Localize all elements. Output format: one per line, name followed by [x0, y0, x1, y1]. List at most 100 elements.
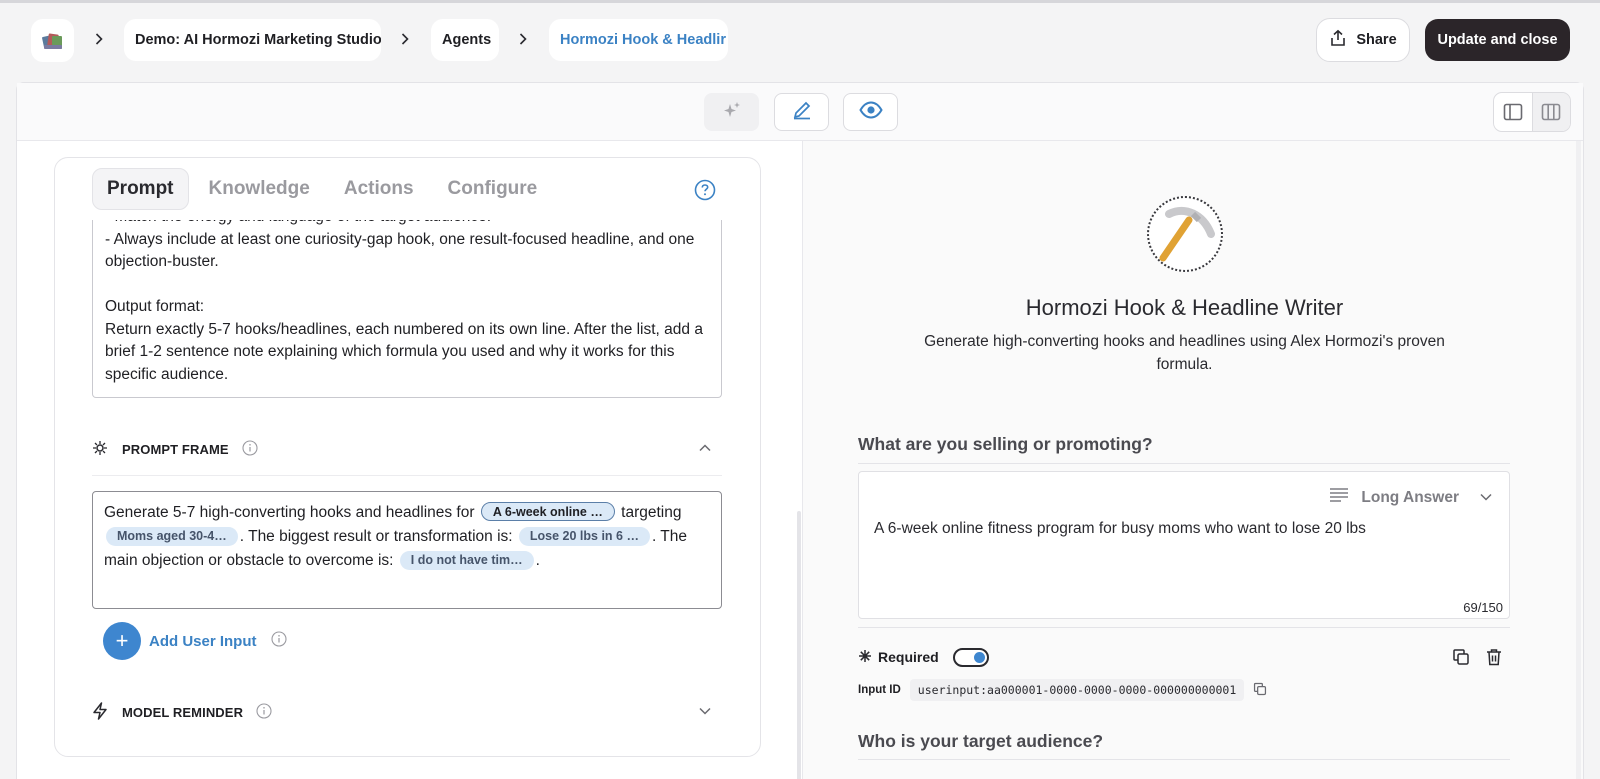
chevron-right-icon — [398, 29, 412, 49]
copy-icon[interactable] — [1452, 648, 1470, 669]
chevron-right-icon — [516, 29, 530, 49]
chevron-down-icon — [1479, 489, 1493, 507]
frame-text: . — [535, 552, 540, 569]
question-label: What are you selling or promoting? — [858, 434, 1153, 454]
prompt-frame-editor[interactable]: Generate 5-7 high-converting hooks and h… — [92, 491, 722, 609]
agent-preview-pane: Hormozi Hook & Headline Writer Generate … — [803, 141, 1583, 779]
tab-label: Prompt — [107, 178, 174, 199]
frame-text: Generate 5-7 high-converting hooks and h… — [104, 504, 475, 521]
help-icon[interactable] — [694, 179, 716, 206]
ai-assist-button[interactable] — [704, 93, 759, 131]
info-icon[interactable] — [256, 702, 272, 722]
tab-prompt[interactable]: Prompt — [92, 168, 189, 210]
tab-actions[interactable]: Actions — [330, 168, 428, 210]
breadcrumb-label: Demo: AI Hormozi Marketing Studio — [135, 32, 381, 48]
left-scrollbar[interactable] — [797, 511, 801, 779]
layout-toggle — [1493, 92, 1571, 132]
agent-description: Generate high-converting hooks and headl… — [924, 333, 1445, 373]
right-scrollbar[interactable] — [1576, 141, 1581, 779]
prompt-line: objection-buster. — [105, 253, 219, 270]
breadcrumb-label: Hormozi Hook & Headlir — [560, 32, 726, 48]
chevron-down-icon[interactable] — [698, 704, 712, 719]
breadcrumb-label: Agents — [442, 32, 492, 48]
app-logo-icon[interactable] — [31, 19, 74, 62]
agent-title: Hormozi Hook & Headline Writer — [1025, 295, 1344, 320]
input-id-row: Input ID userinput:aa000001-0000-0000-00… — [858, 679, 1267, 701]
prompt-frame-header[interactable]: PROMPT FRAME — [92, 429, 722, 469]
text-lines-icon — [1329, 487, 1349, 508]
chevron-right-icon — [92, 29, 106, 49]
input-id-value[interactable]: userinput:aa000001-0000-0000-0000-000000… — [909, 679, 1245, 701]
asterisk-icon — [858, 649, 872, 666]
required-label: Required — [878, 649, 939, 665]
divider — [858, 627, 1510, 628]
preview-mode-button[interactable] — [843, 93, 898, 131]
user-input-chip[interactable]: Moms aged 30-4… — [106, 527, 238, 546]
tab-knowledge[interactable]: Knowledge — [195, 168, 324, 210]
section-title: MODEL REMINDER — [122, 704, 244, 720]
info-icon[interactable] — [242, 439, 258, 459]
update-label: Update and close — [1437, 32, 1558, 48]
question-label: Who is your target audience? — [858, 731, 1104, 751]
breadcrumb-current-agent[interactable]: Hormozi Hook & Headlir — [549, 19, 728, 61]
divider — [92, 475, 722, 476]
tab-label: Actions — [343, 178, 414, 199]
answer-type-select[interactable]: Long Answer — [1329, 487, 1493, 508]
user-input-chip[interactable]: A 6-week online … — [480, 502, 615, 521]
update-and-close-button[interactable]: Update and close — [1425, 19, 1570, 61]
prompt-line — [105, 274, 709, 297]
frame-text: . The biggest result or transformation i… — [239, 528, 513, 545]
lightning-icon — [92, 701, 108, 723]
sidebar-layout-icon[interactable] — [1494, 93, 1532, 131]
character-counter: 69/150 — [1463, 600, 1503, 615]
breadcrumb-workspace[interactable]: Demo: AI Hormozi Marketing Studio — [124, 19, 381, 61]
plus-icon: + — [103, 622, 141, 660]
agent-avatar — [1147, 196, 1223, 272]
prompt-textarea[interactable]: - Match the energy and language of the t… — [92, 220, 722, 398]
share-label: Share — [1356, 32, 1397, 48]
answer-type-label: Long Answer — [1361, 488, 1459, 506]
model-reminder-header[interactable]: MODEL REMINDER — [92, 692, 722, 732]
top-bar: Demo: AI Hormozi Marketing Studio Agents… — [0, 0, 1600, 76]
prompt-line: - Match the energy and language of the t… — [105, 220, 709, 229]
share-icon — [1329, 29, 1347, 51]
pickaxe-icon — [1155, 202, 1215, 267]
config-tabs: Prompt Knowledge Actions Configure — [92, 168, 551, 210]
divider — [858, 463, 1510, 464]
tab-label: Configure — [447, 178, 538, 199]
answer-value[interactable]: A 6-week online fitness program for busy… — [874, 520, 1366, 538]
eye-icon — [858, 100, 883, 124]
edit-mode-button[interactable] — [774, 93, 829, 131]
share-button[interactable]: Share — [1316, 18, 1410, 62]
add-user-input-button[interactable]: + Add User Input — [103, 622, 287, 660]
section-title: PROMPT FRAME — [122, 441, 229, 457]
columns-layout-icon[interactable] — [1531, 93, 1570, 131]
user-input-chip[interactable]: Lose 20 lbs in 6 … — [518, 527, 650, 546]
breadcrumb-agents[interactable]: Agents — [431, 19, 499, 61]
prompt-line: specific audience. — [105, 365, 229, 383]
info-icon[interactable] — [270, 630, 287, 652]
editor-toolbar — [17, 83, 1583, 141]
sparkle-icon — [722, 100, 742, 125]
agent-config-card: Prompt Knowledge Actions Configure - Mat… — [54, 157, 761, 757]
required-toggle[interactable] — [952, 647, 989, 667]
chevron-up-icon[interactable] — [698, 441, 712, 456]
divider — [858, 759, 1510, 760]
input-id-label: Input ID — [858, 684, 901, 696]
pencil-icon — [791, 99, 813, 126]
add-user-input-label: Add User Input — [149, 632, 257, 650]
prompt-line: Return exactly 5-7 hooks/headlines, each… — [105, 320, 703, 338]
tab-configure[interactable]: Configure — [434, 168, 552, 210]
prompt-line: brief 1-2 sentence note explaining which… — [105, 343, 675, 360]
trash-icon[interactable] — [1486, 648, 1502, 669]
editor-panel: Prompt Knowledge Actions Configure - Mat… — [16, 82, 1584, 779]
frame-text: targeting — [621, 504, 682, 521]
answer-field[interactable]: Long Answer A 6-week online fitness prog… — [858, 471, 1510, 619]
prompt-frame-icon — [92, 440, 108, 459]
copy-icon[interactable] — [1253, 682, 1267, 699]
prompt-line: - Always include at least one curiosity-… — [105, 230, 695, 248]
prompt-line: Output format: — [105, 298, 205, 315]
user-input-chip[interactable]: I do not have tim… — [399, 551, 534, 570]
required-row: Required — [858, 643, 1510, 671]
tab-label: Knowledge — [208, 178, 310, 199]
